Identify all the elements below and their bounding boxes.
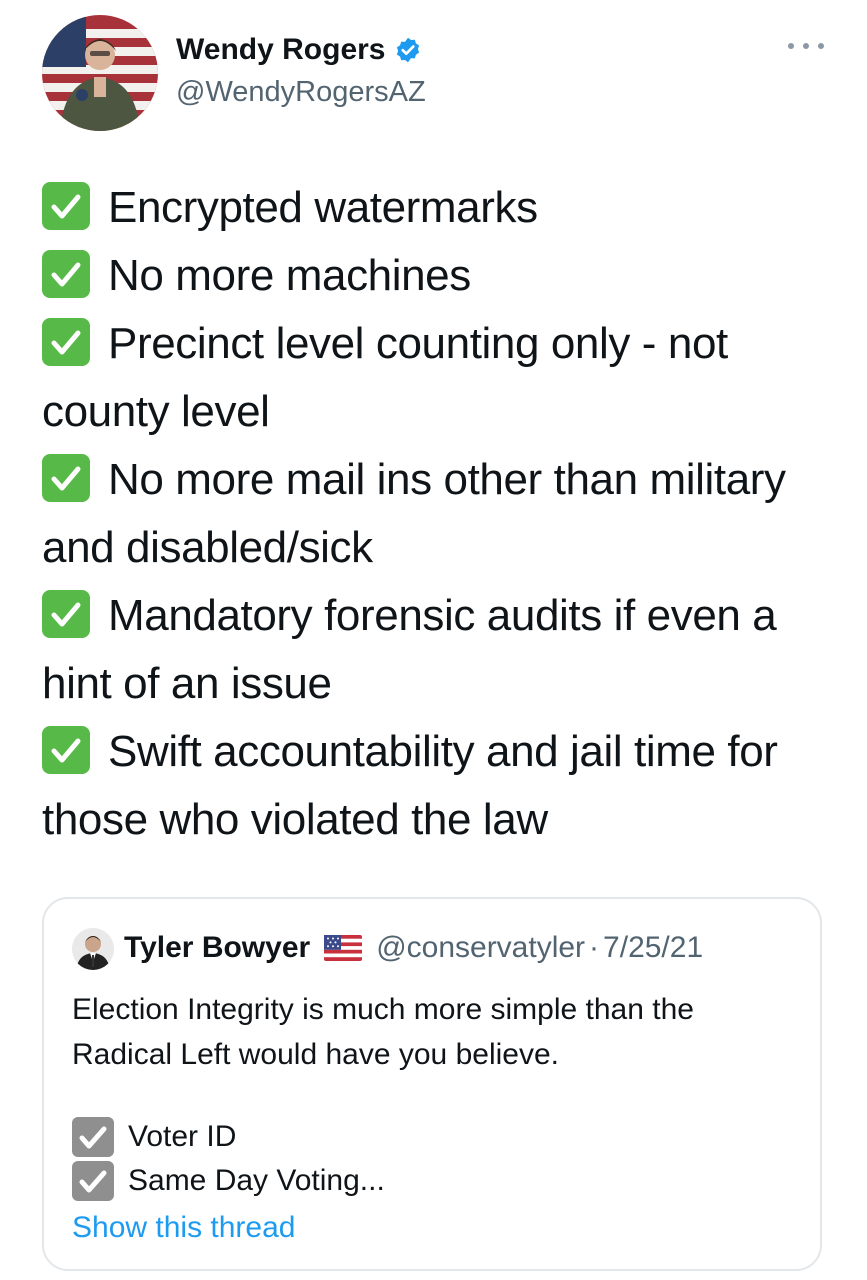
author-handle[interactable]: @WendyRogersAZ <box>176 76 426 109</box>
tweet-line: county level <box>42 387 270 436</box>
quoted-tweet-date[interactable]: 7/25/21 <box>603 931 703 965</box>
quoted-tweet-card[interactable]: Tyler Bowyer @conservatyler · 7/25/21 El… <box>42 897 822 1271</box>
quoted-author-name[interactable]: Tyler Bowyer <box>124 931 310 965</box>
tweet-line: Swift accountability and jail time for <box>42 718 842 786</box>
list-item: Voter ID <box>72 1115 385 1159</box>
tweet-line: and disabled/sick <box>42 523 373 572</box>
tweet-text: Encrypted watermarks No more machines Pr… <box>42 174 842 854</box>
ballot-check-icon <box>72 1117 114 1157</box>
quoted-checklist: Voter ID Same Day Voting... <box>72 1115 385 1203</box>
list-item: Same Day Voting... <box>72 1159 385 1203</box>
tweet-line: Mandatory forensic audits if even a <box>42 582 842 650</box>
tweet-line: those who violated the law <box>42 795 548 844</box>
show-thread-link[interactable]: Show this thread <box>72 1211 295 1245</box>
tweet-line: No more mail ins other than military <box>42 446 842 514</box>
tweet-line: hint of an issue <box>42 659 332 708</box>
ballot-check-icon <box>72 1161 114 1201</box>
check-mark-icon <box>42 318 90 366</box>
tweet-line: No more machines <box>42 242 842 310</box>
quoted-tweet-text: Election Integrity is much more simple t… <box>72 993 694 1071</box>
tweet-line: Precinct level counting only - not <box>42 310 842 378</box>
us-flag-icon <box>324 935 363 961</box>
check-mark-icon <box>42 726 90 774</box>
verified-badge-icon <box>394 36 422 64</box>
check-mark-icon <box>42 250 90 298</box>
quoted-author-handle[interactable]: @conservatyler <box>376 931 585 965</box>
check-mark-icon <box>42 454 90 502</box>
quoted-author-avatar[interactable] <box>72 928 114 970</box>
check-mark-icon <box>42 590 90 638</box>
author-display-name[interactable]: Wendy Rogers <box>176 33 386 67</box>
check-mark-icon <box>42 182 90 230</box>
tweet-line: Encrypted watermarks <box>42 174 842 242</box>
more-options-icon[interactable] <box>788 36 824 56</box>
separator-dot: · <box>589 931 600 964</box>
author-avatar[interactable] <box>42 15 158 131</box>
